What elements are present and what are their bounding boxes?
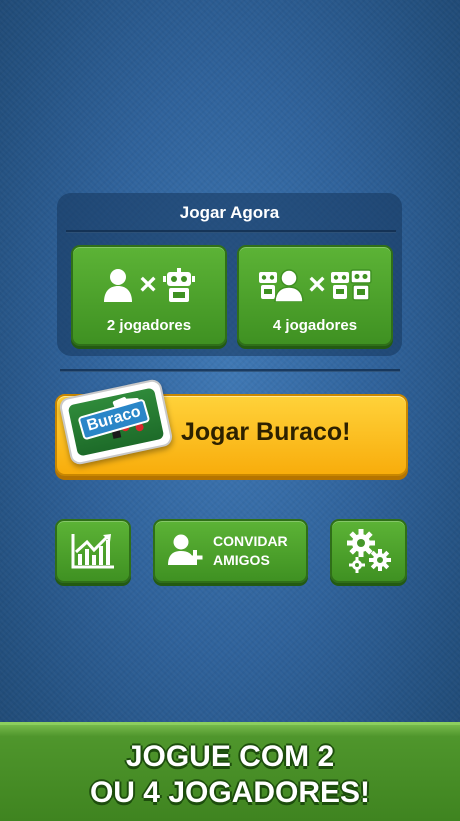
versus-icon: × [308, 268, 326, 301]
four-players-label: 4 jogadores [272, 317, 358, 334]
section-divider [60, 369, 400, 372]
chart-icon [70, 532, 116, 570]
two-players-label: 2 jogadores [106, 317, 192, 334]
promo-line2: OU 4 JOGADORES! [89, 776, 371, 809]
invite-label-line2: AMIGOS [213, 552, 270, 568]
robot-team-icon [329, 268, 373, 302]
statistics-button[interactable] [55, 519, 131, 583]
panel-title-divider [66, 230, 396, 233]
promo-banner: JOGUE COM 2 OU 4 JOGADORES! [0, 722, 460, 821]
settings-button[interactable] [330, 519, 407, 583]
invite-friends-button[interactable]: CONVIDAR AMIGOS [153, 519, 308, 583]
four-players-button[interactable]: × 4 jogadores [237, 245, 393, 346]
promo-line1: JOGUE COM 2 [125, 740, 335, 773]
add-user-icon [168, 533, 204, 567]
robot-icon [162, 268, 195, 302]
gears-icon [345, 528, 393, 574]
robot-person-team-icon [257, 268, 305, 302]
person-icon [103, 268, 133, 302]
invite-friends-label: CONVIDAR AMIGOS [213, 532, 288, 570]
play-now-title: Jogar Agora [179, 203, 280, 222]
play-buraco-label: Jogar Buraco! [181, 418, 351, 446]
invite-label-line1: CONVIDAR [213, 533, 288, 549]
two-players-button[interactable]: × 2 jogadores [71, 245, 227, 346]
promo-banner-text: JOGUE COM 2 OU 4 JOGADORES! [0, 739, 460, 811]
versus-icon: × [139, 268, 157, 301]
